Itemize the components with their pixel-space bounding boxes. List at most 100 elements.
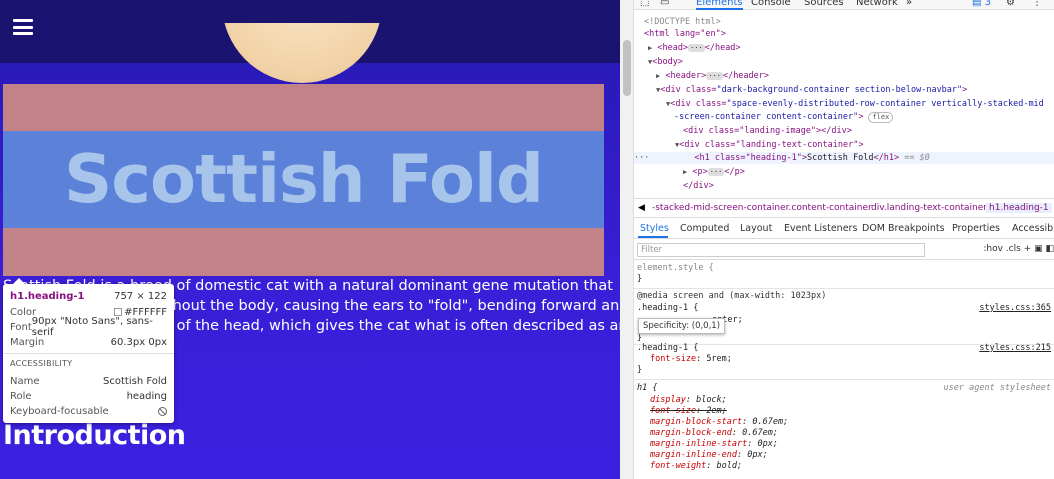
sidebar-toggle-icon[interactable]: ◧	[1045, 244, 1054, 254]
p-open-tag: <p>	[692, 167, 708, 177]
inspect-tooltip: h1.heading-1 757 × 122 Color #FFFFFF Fon…	[3, 278, 174, 423]
breadcrumb-item[interactable]: div.landing-text-container	[871, 203, 987, 213]
breadcrumb-item[interactable]: -stacked-mid-screen-container.content-co…	[652, 203, 872, 213]
html-node[interactable]: <html lang="en">	[644, 28, 726, 40]
more-options-icon[interactable]: ⋮	[1032, 0, 1042, 10]
doctype-node[interactable]: <!DOCTYPE html>	[644, 16, 721, 28]
rule-selector[interactable]: .heading-1 {	[637, 303, 698, 314]
tab-properties[interactable]: Properties	[952, 223, 1000, 234]
source-link[interactable]: styles.css:365	[979, 303, 1051, 314]
row-container-node-cont: -screen-container content-container"> fl…	[674, 111, 894, 123]
more-tabs-button[interactable]: »	[906, 0, 912, 10]
header-node[interactable]: ▶ <header> ··· </header>	[656, 70, 769, 82]
h1-close-tag: </h1>	[873, 153, 900, 163]
expand-triangle-icon[interactable]: ▶	[648, 44, 652, 52]
element-style-rule[interactable]: element.style {	[637, 263, 714, 274]
tab-event-listeners[interactable]: Event Listeners	[784, 223, 857, 234]
css-value: 2em;	[706, 406, 727, 416]
settings-gear-icon[interactable]: ⚙	[1006, 0, 1015, 10]
rule-divider	[634, 379, 1054, 380]
landing-image-node[interactable]: <div class="landing-image"></div>	[683, 125, 852, 137]
header-open-tag: <header>	[665, 71, 707, 81]
styles-filter-bar: Filter :hov .cls + ▣ ◧	[634, 240, 1054, 260]
css-property: font-weight	[650, 461, 707, 471]
h1-open-tag: <h1 class="heading-1">	[694, 153, 807, 163]
css-property: margin-block-end	[650, 428, 732, 438]
active-tab-indicator	[638, 236, 668, 238]
elements-tree: <!DOCTYPE html> <html lang="en"> ▶ <head…	[634, 11, 1054, 197]
row-container-node[interactable]: ▼<div class="space-evenly-distributed-ro…	[666, 98, 1044, 110]
head-node[interactable]: ▶ <head> ··· </head>	[648, 42, 741, 54]
expand-triangle-icon[interactable]: ▶	[656, 72, 660, 80]
flex-badge[interactable]: flex	[868, 112, 894, 123]
css-value: bold;	[716, 461, 743, 471]
tab-sources[interactable]: Sources	[804, 0, 844, 10]
css-declaration[interactable]: font-size: 5rem;	[650, 354, 732, 365]
expand-triangle-icon[interactable]: ▶	[683, 168, 687, 176]
tooltip-margin-label: Margin	[10, 336, 45, 348]
rule-selector[interactable]: h1 {	[637, 383, 657, 394]
tooltip-margin-value: 60.3px 0px	[110, 336, 167, 348]
breadcrumb: ◀ -stacked-mid-screen-container.content-…	[634, 198, 1054, 218]
tab-elements[interactable]: Elements	[696, 0, 743, 10]
tooltip-size: 757 × 122	[114, 290, 167, 302]
tooltip-role-value: heading	[126, 390, 167, 402]
landing-text-node[interactable]: ▼<div class="landing-text-container">	[675, 139, 863, 151]
tab-computed[interactable]: Computed	[680, 223, 729, 234]
source-link[interactable]: styles.css:215	[979, 343, 1051, 354]
css-declaration[interactable]: margin-block-end: 0.67em;	[650, 428, 778, 439]
tooltip-font-label: Font	[10, 321, 32, 333]
breadcrumb-item-active[interactable]: h1.heading-1	[986, 203, 1052, 213]
source-link-text: styles.css:215	[979, 343, 1051, 353]
selected-marker: == $0	[904, 153, 930, 163]
dark-background-node[interactable]: ▼<div class="dark-background-container s…	[656, 84, 967, 96]
p-node[interactable]: ▶ <p> ··· </p>	[683, 166, 745, 178]
inspect-element-icon[interactable]: ⬚	[640, 0, 649, 10]
breadcrumb-scroll-left-icon[interactable]: ◀	[638, 203, 645, 213]
css-value: 0.67em;	[752, 417, 789, 427]
css-property: margin-block-start	[650, 417, 743, 427]
css-declaration-overridden[interactable]: font-size: 2em;	[650, 406, 727, 417]
css-value: 5rem;	[706, 354, 732, 364]
css-value: 0px;	[747, 450, 768, 460]
tab-accessibility[interactable]: Accessibili	[1012, 223, 1054, 234]
page-scrollbar[interactable]	[620, 0, 634, 479]
tab-network[interactable]: Network	[856, 0, 898, 10]
div-close-node[interactable]: </div>	[683, 180, 714, 192]
tab-dom-breakpoints[interactable]: DOM Breakpoints	[862, 223, 945, 234]
css-declaration[interactable]: margin-inline-start: 0px;	[650, 439, 778, 450]
styles-filter-input[interactable]: Filter	[637, 243, 925, 257]
collapsed-dots-icon[interactable]: ···	[688, 44, 705, 52]
tab-styles[interactable]: Styles	[640, 223, 669, 234]
css-value: 0px;	[757, 439, 778, 449]
css-declaration[interactable]: font-weight: bold;	[650, 461, 742, 472]
margin-highlight-top	[3, 84, 604, 131]
rule-selector[interactable]: .heading-1 {	[637, 343, 698, 354]
class-value: "space-evenly-distributed-row-container …	[726, 99, 1044, 109]
css-declaration[interactable]: margin-inline-end: 0px;	[650, 450, 768, 461]
tooltip-tag: h1.heading-1	[10, 290, 85, 302]
body-open-tag: <body>	[652, 57, 683, 67]
introduction-heading: Introduction	[3, 420, 186, 451]
header-close-tag: </header>	[722, 71, 770, 81]
div-open-tag: <div class=	[670, 99, 727, 109]
css-declaration[interactable]: margin-block-start: 0.67em;	[650, 417, 788, 428]
body-node[interactable]: ▼<body>	[648, 56, 683, 68]
scrollbar-thumb[interactable]	[623, 40, 631, 96]
issues-icon[interactable]: ▤ 3	[972, 0, 991, 10]
tab-console[interactable]: Console	[751, 0, 791, 10]
tooltip-accessibility-header: ACCESSIBILITY	[10, 359, 73, 368]
css-property: display	[650, 395, 686, 405]
collapsed-dots-icon[interactable]: ···	[706, 72, 723, 80]
css-declaration[interactable]: display: block;	[650, 395, 727, 406]
toggle-format-icon[interactable]: ▣	[1034, 244, 1043, 254]
device-toggle-icon[interactable]: ▭	[660, 0, 669, 10]
rule-divider	[634, 288, 1054, 289]
page-heading: Scottish Fold	[64, 140, 544, 218]
tab-layout[interactable]: Layout	[740, 223, 772, 234]
collapsed-dots-icon[interactable]: ···	[707, 168, 725, 176]
hamburger-menu-icon[interactable]	[13, 19, 33, 35]
source-link-text: styles.css:365	[979, 303, 1051, 313]
h1-node-selected[interactable]: ··· <h1 class="heading-1">Scottish Fold</…	[634, 152, 1054, 164]
hov-cls-toggles[interactable]: :hov .cls +	[983, 244, 1031, 254]
